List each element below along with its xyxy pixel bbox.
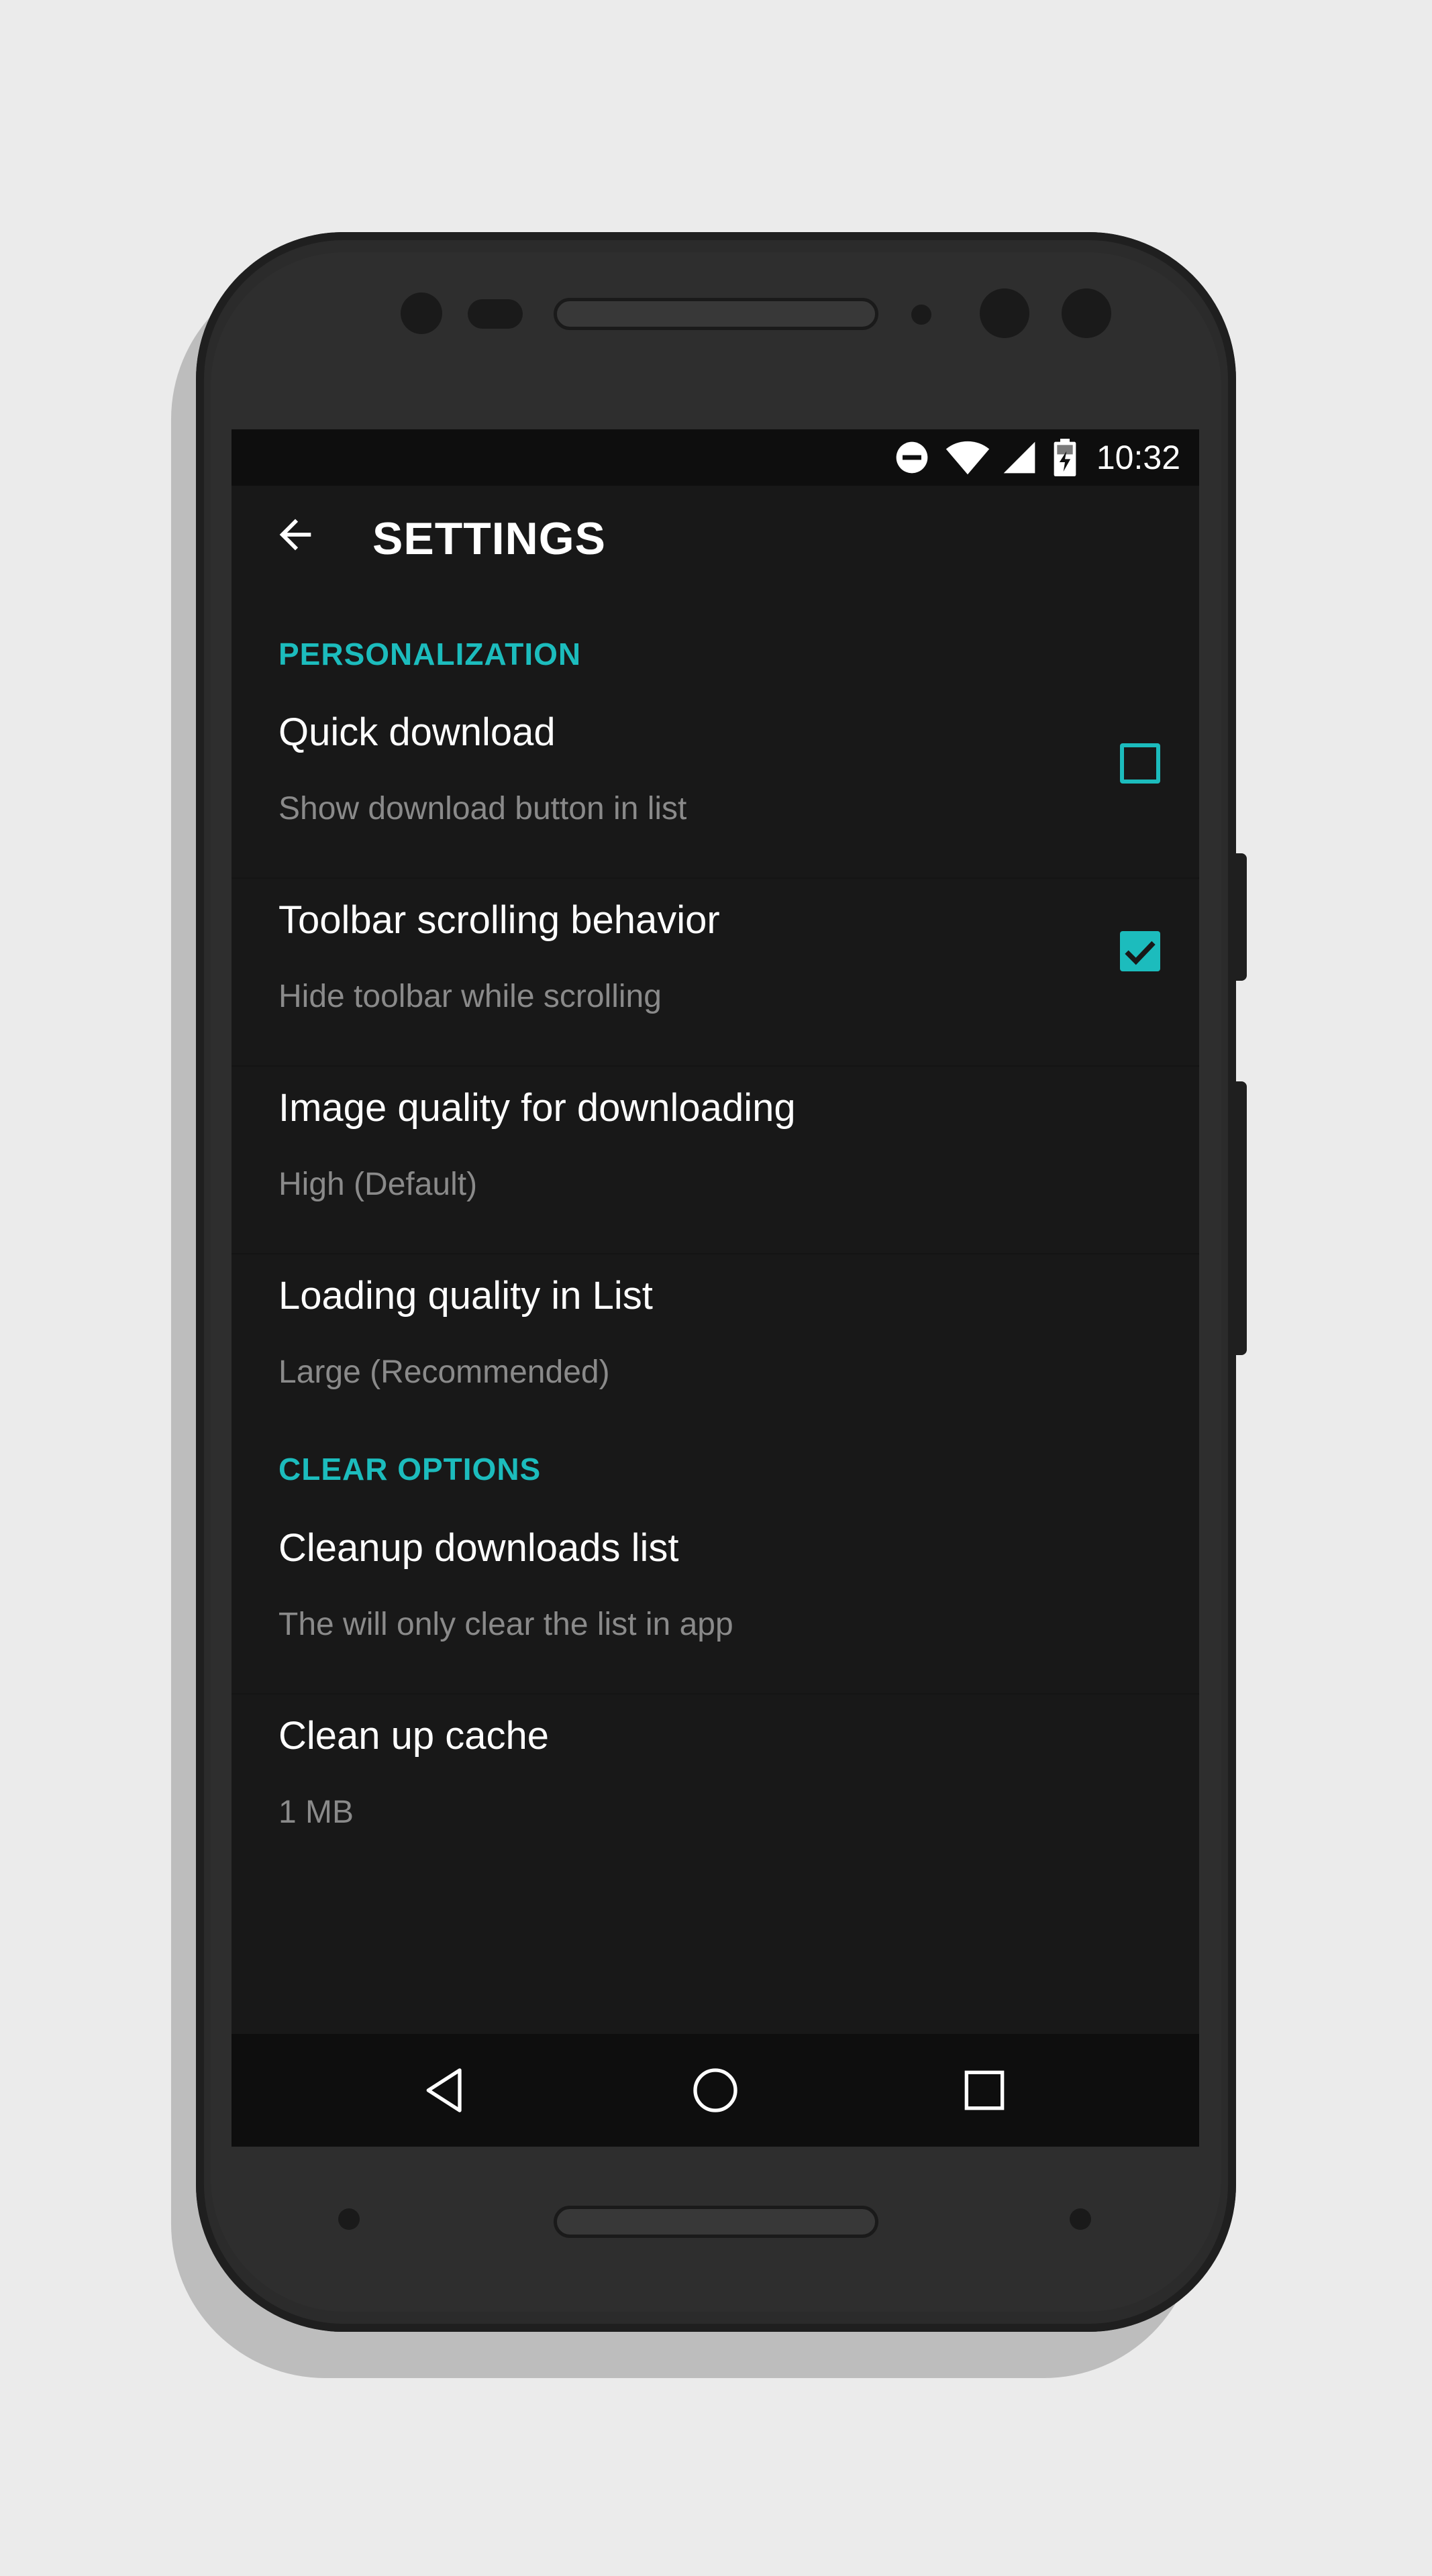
pref-summary: The will only clear the list in app <box>278 1607 733 1642</box>
front-sensor-dot <box>401 292 442 334</box>
pref-summary: Large (Recommended) <box>278 1354 610 1390</box>
pref-title: Image quality for downloading <box>278 1086 796 1130</box>
pref-title: Clean up cache <box>278 1714 550 1758</box>
pref-summary: 1 MB <box>278 1794 354 1830</box>
bottom-mic-right <box>1070 2208 1091 2230</box>
proximity-dot <box>911 305 931 325</box>
power-button[interactable] <box>1236 853 1247 981</box>
pref-title: Quick download <box>278 710 556 754</box>
checkmark-icon <box>1125 941 1156 965</box>
status-bar: 10:32 <box>232 429 1199 486</box>
battery-charging-icon <box>1054 439 1076 476</box>
back-triangle-icon[interactable] <box>419 2063 473 2117</box>
signal-icon <box>1003 441 1035 474</box>
pref-title: Cleanup downloads list <box>278 1526 679 1570</box>
arrow-back-icon[interactable] <box>272 511 319 558</box>
pref-image-quality[interactable]: Image quality for downloading High (Defa… <box>232 1065 1199 1254</box>
recents-square-icon[interactable] <box>958 2063 1011 2117</box>
pref-title: Loading quality in List <box>278 1274 653 1318</box>
pref-summary: Hide toolbar while scrolling <box>278 979 662 1014</box>
status-time: 10:32 <box>1096 439 1180 476</box>
pref-title: Toolbar scrolling behavior <box>278 898 720 942</box>
front-camera <box>980 288 1029 338</box>
pref-summary: Show download button in list <box>278 791 687 826</box>
page-title: SETTINGS <box>372 513 607 564</box>
section-header-personalization: PERSONALIZATION <box>278 637 582 672</box>
pref-quick-download[interactable]: Quick download Show download button in l… <box>232 690 1199 879</box>
do-not-disturb-icon <box>896 441 928 474</box>
section-header-clear-options: CLEAR OPTIONS <box>278 1452 542 1487</box>
app-toolbar: SETTINGS <box>232 486 1199 580</box>
wifi-icon <box>945 441 990 475</box>
pref-clean-cache[interactable]: Clean up cache 1 MB <box>232 1693 1199 1881</box>
bottom-mic-left <box>338 2208 360 2230</box>
front-flash <box>1062 288 1111 338</box>
pref-summary: High (Default) <box>278 1167 478 1202</box>
earpiece-speaker <box>554 298 878 330</box>
front-sensor-pill <box>468 299 523 329</box>
home-circle-icon[interactable] <box>688 2063 742 2117</box>
quick-download-checkbox[interactable] <box>1120 743 1160 784</box>
navigation-bar <box>232 2034 1199 2147</box>
bottom-speaker <box>554 2206 878 2238</box>
pref-loading-quality[interactable]: Loading quality in List Large (Recommend… <box>232 1253 1199 1441</box>
volume-button[interactable] <box>1236 1081 1247 1355</box>
toolbar-scrolling-checkbox[interactable] <box>1120 931 1160 971</box>
screen: 10:32 SETTINGS PERSONALIZATION Quick dow… <box>232 429 1199 2147</box>
pref-cleanup-downloads[interactable]: Cleanup downloads list The will only cle… <box>232 1505 1199 1695</box>
pref-toolbar-scrolling[interactable]: Toolbar scrolling behavior Hide toolbar … <box>232 877 1199 1067</box>
